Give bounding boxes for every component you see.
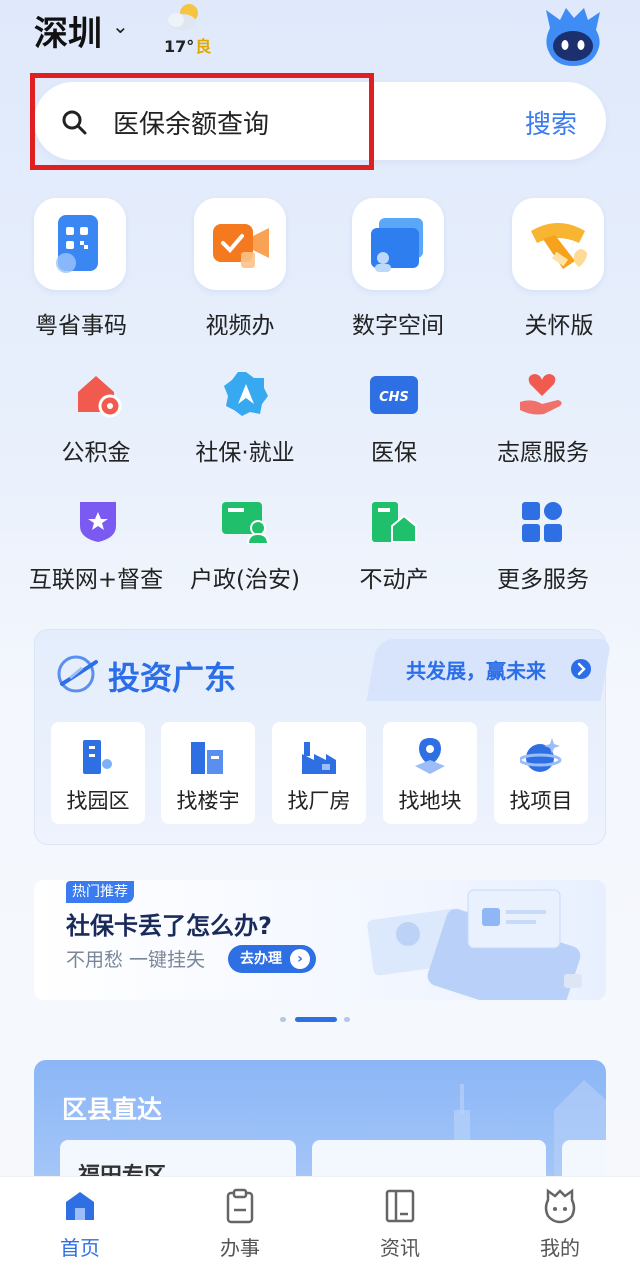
service-household-registration[interactable] — [222, 500, 270, 545]
carousel-dot-active[interactable] — [295, 1017, 337, 1022]
id-card-icon — [222, 502, 270, 545]
banner-go-button[interactable]: 去办理 › — [228, 945, 316, 973]
tile-label: 关怀版 — [524, 313, 594, 339]
banner-illustration — [367, 889, 582, 1000]
city-name[interactable]: 深圳 — [34, 6, 102, 55]
building-icon — [372, 502, 417, 543]
nav-services[interactable]: 办事 — [180, 1176, 300, 1279]
video-camera-icon — [213, 224, 269, 268]
nav-home[interactable]: 首页 — [20, 1176, 140, 1279]
nav-label: 我的 — [540, 1236, 580, 1260]
service-label: 互联网+督查 — [28, 567, 164, 593]
scarf-icon — [531, 223, 587, 269]
house-coin-icon — [78, 376, 122, 418]
mascot-assistant-icon[interactable] — [540, 6, 606, 68]
weather-readout: 17°良 — [164, 33, 211, 57]
service-label: 社保·就业 — [195, 440, 295, 466]
service-label: 不动产 — [359, 567, 429, 593]
invest-title: 投资广东 — [108, 659, 237, 697]
book-icon — [385, 1189, 415, 1223]
map-pin-icon — [415, 738, 445, 774]
service-label: 医保 — [371, 440, 417, 466]
shield-star-icon — [80, 502, 116, 542]
planet-icon — [520, 738, 562, 772]
banner-go-label: 去办理 — [240, 951, 282, 967]
nav-label: 首页 — [60, 1236, 100, 1260]
qr-code-icon — [56, 215, 98, 273]
service-label: 更多服务 — [497, 567, 589, 593]
service-volunteer[interactable] — [518, 370, 568, 420]
tile-label: 粤省事码 — [35, 313, 127, 339]
district-title: 区县直达 — [62, 1095, 163, 1124]
chs-icon-text: CHS — [379, 390, 409, 405]
chevron-right-icon: › — [290, 949, 310, 969]
invest-slogan-link[interactable]: 共发展，赢未来 — [406, 655, 546, 684]
chs-icon: CHS — [370, 376, 418, 414]
invest-logo-icon — [57, 655, 98, 693]
service-real-estate[interactable] — [370, 500, 418, 544]
invest-item-label: 找地块 — [398, 789, 462, 813]
service-medical-insurance[interactable]: CHS — [370, 376, 418, 414]
invest-item-label: 找楼宇 — [176, 789, 240, 813]
search-highlight-box — [30, 73, 374, 170]
nav-news[interactable]: 资讯 — [340, 1176, 460, 1279]
tile-yue-code[interactable] — [34, 198, 126, 290]
tile-care-version[interactable] — [512, 198, 604, 290]
invest-item-label: 找厂房 — [287, 789, 351, 813]
service-label: 户政(治安) — [190, 567, 300, 593]
tile-digital-space[interactable] — [352, 198, 444, 290]
carousel-dot[interactable] — [344, 1017, 350, 1022]
chevron-right-circle-icon[interactable] — [570, 658, 592, 680]
weather-temp: 17° — [164, 37, 195, 56]
nav-label: 办事 — [220, 1236, 260, 1260]
social-security-icon — [224, 372, 268, 416]
search-button[interactable]: 搜索 — [525, 104, 577, 141]
factory-icon — [302, 742, 336, 774]
nav-profile[interactable]: 我的 — [500, 1176, 620, 1279]
grid-icon — [522, 502, 562, 542]
mascot-face-icon — [544, 1188, 576, 1224]
tower-icon — [191, 742, 223, 774]
hot-recommend-tag: 热门推荐 — [66, 881, 134, 903]
service-label: 公积金 — [61, 440, 131, 466]
invest-item-label: 找项目 — [509, 789, 573, 813]
carousel-dot[interactable] — [280, 1017, 286, 1022]
service-more[interactable] — [520, 500, 566, 546]
home-icon — [66, 1192, 94, 1220]
tile-label: 视频办 — [205, 313, 275, 339]
tile-label: 数字空间 — [352, 313, 444, 339]
nav-label: 资讯 — [380, 1236, 420, 1260]
invest-item-label: 找园区 — [66, 789, 130, 813]
tile-video-office[interactable] — [194, 198, 286, 290]
park-icon — [83, 740, 112, 774]
service-internet-supervision[interactable] — [76, 498, 122, 544]
air-quality: 良 — [195, 37, 212, 56]
folder-icon — [371, 218, 423, 272]
service-social-security[interactable] — [222, 370, 272, 420]
clipboard-icon — [226, 1188, 254, 1224]
service-label: 志愿服务 — [497, 440, 589, 466]
partly-cloudy-icon — [168, 4, 198, 30]
banner-subtitle: 不用愁 一键挂失 — [66, 949, 206, 971]
heart-hand-icon — [520, 374, 562, 415]
chevron-down-icon[interactable]: ⌄ — [112, 14, 129, 38]
banner-title: 社保卡丢了怎么办? — [66, 912, 272, 940]
